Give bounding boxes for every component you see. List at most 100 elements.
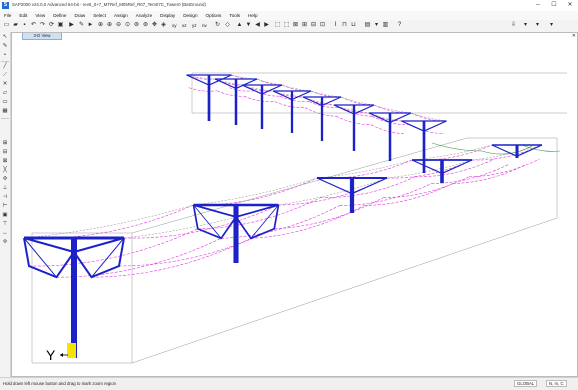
dropdown-c-icon[interactable]: ▾ [548,22,555,29]
cable-span [214,78,243,86]
minimize-button[interactable]: ─ [530,0,546,11]
help-icon[interactable]: ? [396,22,403,29]
left-arrow-icon[interactable]: ◀ [254,22,261,29]
snap-joint-icon[interactable]: ✣ [1,176,9,183]
grid-icon[interactable]: ▤ [364,22,371,29]
snap-dim-icon[interactable]: ↔ [1,230,9,237]
draw-area-icon[interactable]: ⊓ [341,22,348,29]
3d-view-icon[interactable]: ◈ [160,22,167,29]
cable-span [256,78,283,86]
menu-analyze[interactable]: Analyze [132,13,156,18]
open-icon[interactable]: ▰ [12,22,19,29]
menu-file[interactable]: File [0,13,15,18]
play-icon[interactable]: ► [87,22,94,29]
object-shrink-icon[interactable]: ⊡ [319,22,326,29]
structure-model-canvas[interactable]: Y [12,33,577,376]
zoom-window-icon[interactable]: ⊕ [97,22,104,29]
cable-span [468,158,540,178]
quick-area-icon[interactable]: ▦ [1,108,9,115]
pan-icon[interactable]: ✥ [151,22,158,29]
draw-line-icon[interactable]: ╱ [1,63,9,70]
down-arrow-icon[interactable]: ▼ [245,22,252,29]
menu-draw[interactable]: Draw [70,13,89,18]
run-icon[interactable]: ▶ [68,22,75,29]
view-nv-button[interactable]: nv [202,22,207,29]
right-arrow-icon[interactable]: ▶ [263,22,270,29]
rotate-icon[interactable]: ↻ [214,22,221,29]
select-prev-side-icon[interactable]: ⊟ [1,149,9,156]
zoom-out-icon[interactable]: ⊖ [115,22,122,29]
guide-line [131,217,558,364]
refresh-icon[interactable]: ⟳ [48,22,55,29]
draw-cable-icon[interactable]: ⊔ [350,22,357,29]
close-button[interactable]: ✕ [562,0,578,11]
intersect-icon[interactable]: ╳ [1,167,9,174]
menu-assign[interactable]: Assign [110,13,132,18]
units-select[interactable]: N, m, C [546,380,567,387]
dropdown-a-icon[interactable]: ▾ [522,22,529,29]
snap-perp-icon[interactable]: ⊤ [1,221,9,228]
maximize-button[interactable]: ☐ [546,0,562,11]
draw-brace-icon[interactable]: ✕ [1,81,9,88]
snap-ends-icon[interactable]: ⊢ [1,203,9,210]
coord-system-select[interactable]: GLOBAL [514,380,538,387]
tower-brace [72,237,125,279]
zoom-next-icon[interactable]: ⊛ [142,22,149,29]
zoom-fit-icon[interactable]: ⊙ [124,22,131,29]
draw-joint-icon[interactable]: • [1,52,9,59]
snap-line-icon[interactable]: ⊥ [1,185,9,192]
quick-frame-icon[interactable]: ⟋ [1,72,9,79]
cable-span [193,177,318,206]
menu-display[interactable]: Display [156,13,179,18]
tower-brace [291,90,312,101]
view-yz-button[interactable]: yz [192,22,197,29]
new-icon[interactable]: ▭ [3,22,10,29]
save-icon[interactable]: ▪ [21,22,28,29]
pointer-icon[interactable]: ↖ [1,34,9,41]
up-arrow-icon[interactable]: ▲ [236,22,243,29]
select-prev-icon[interactable]: ⬚ [283,22,290,29]
clear-select-icon[interactable]: ⊠ [292,22,299,29]
zoom-in-icon[interactable]: ⊕ [106,22,113,29]
axis-arrow-head [60,353,63,357]
undo-icon[interactable]: ↶ [30,22,37,29]
view-xz-button[interactable]: xz [182,22,187,29]
select-all-icon[interactable]: ⬚ [274,22,281,29]
lock-icon[interactable]: ▣ [57,22,64,29]
redo-icon[interactable]: ↷ [39,22,46,29]
draw-poly-icon[interactable]: ▱ [1,90,9,97]
select-all-side-icon[interactable]: ⊞ [1,140,9,147]
snap-mid-icon[interactable]: ⊣ [1,194,9,201]
tower-brace [423,120,447,132]
menu-design[interactable]: Design [179,13,201,18]
pencil-icon[interactable]: ✎ [78,22,85,29]
cable-span [278,177,388,206]
clear-side-icon[interactable]: ⊠ [1,158,9,165]
dropdown-b-icon[interactable]: ▾ [534,22,541,29]
menu-define[interactable]: Define [49,13,70,18]
draw-frame-icon[interactable]: I [332,22,339,29]
menu-tools[interactable]: Tools [225,13,244,18]
reshape-icon[interactable]: ✎ [1,43,9,50]
perspective-icon[interactable]: ◇ [224,22,231,29]
menu-view[interactable]: View [31,13,49,18]
menu-edit[interactable]: Edit [15,13,31,18]
global-axis: Y [46,343,76,363]
menu-options[interactable]: Options [202,13,226,18]
snap-intersect-icon[interactable]: ✢ [1,239,9,246]
cable-span [373,104,412,114]
view-xy-button[interactable]: xy [172,22,177,29]
cable-span [250,205,365,239]
menu-select[interactable]: Select [89,13,110,18]
ground-wire [256,78,283,86]
draw-rect-icon[interactable]: ▭ [1,99,9,106]
menu-help[interactable]: Help [244,13,261,18]
zoom-prev-icon[interactable]: ⊚ [133,22,140,29]
grid-options-icon[interactable]: ▾ [373,22,380,29]
download-icon[interactable]: ⇩ [510,22,517,29]
show-undeformed-icon[interactable]: ⊞ [301,22,308,29]
3d-view-window[interactable]: 3-D View ✕ Y [11,32,578,377]
table-icon[interactable]: ▥ [382,22,389,29]
set-display-icon[interactable]: ⊟ [310,22,317,29]
snap-grid-icon[interactable]: ▣ [1,212,9,219]
